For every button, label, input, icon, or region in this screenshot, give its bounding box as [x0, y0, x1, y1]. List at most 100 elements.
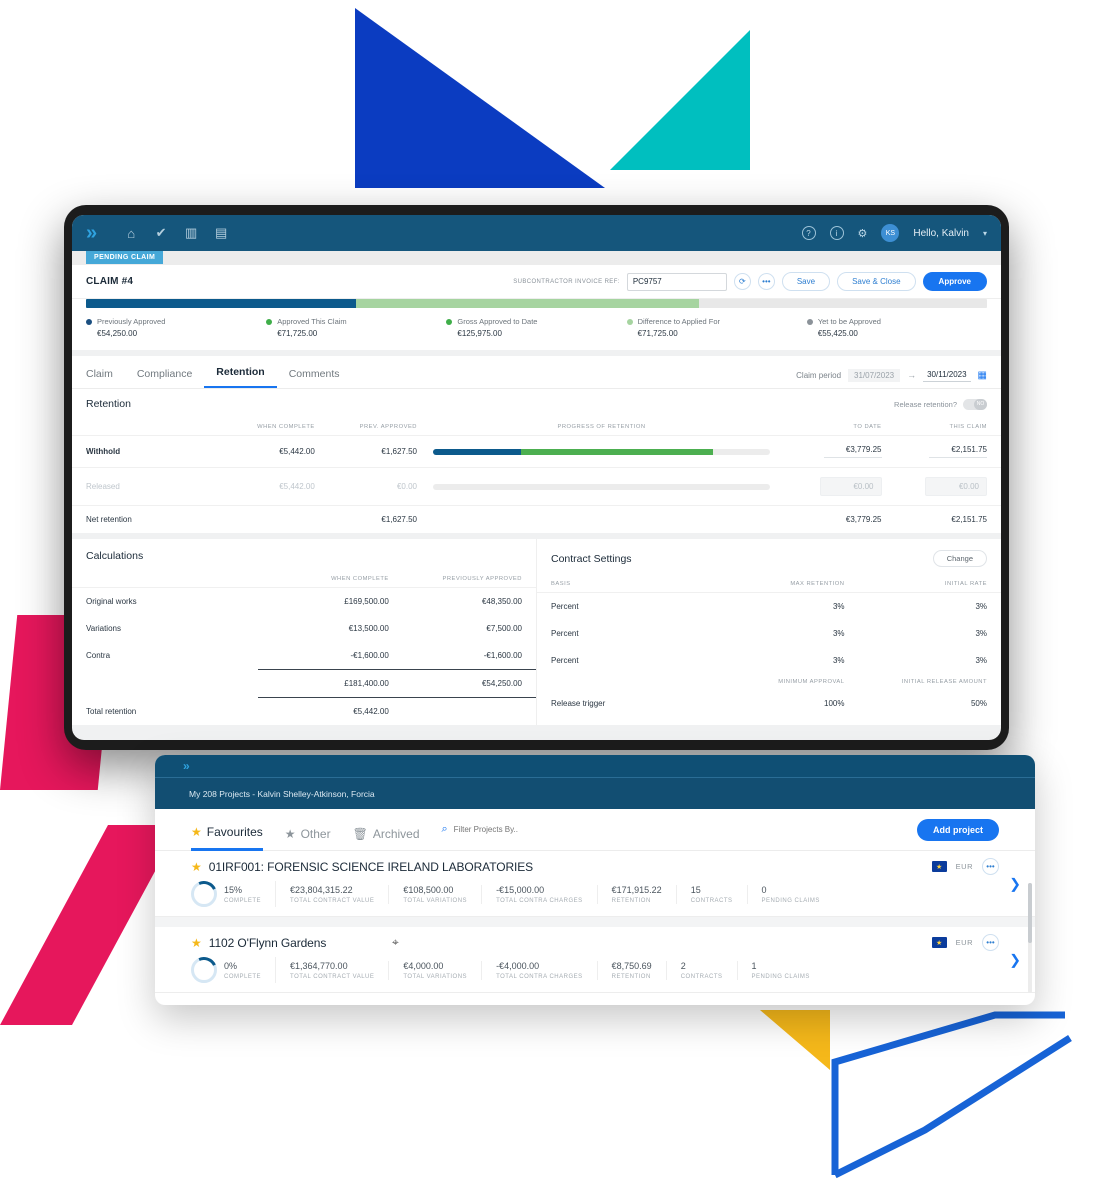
col-header: WHEN COMPLETE — [331, 576, 389, 582]
stat-label: TOTAL CONTRACT VALUE — [290, 897, 375, 904]
tab-other[interactable]: ★ Other — [285, 809, 331, 851]
row-progress-cell — [425, 435, 779, 468]
chevron-right-icon[interactable]: ❯ — [1009, 875, 1021, 892]
row-prev-approved: €1,627.50 — [322, 505, 425, 533]
table-row: Percent 3% 3% — [537, 592, 1001, 620]
save-button[interactable]: Save — [781, 272, 831, 291]
gear-icon[interactable]: ⚙ — [858, 227, 868, 240]
document-icon[interactable]: ▤ — [206, 225, 236, 241]
legend-item: Previously Approved €54,250.00 — [86, 317, 266, 338]
legend-value: €55,425.00 — [817, 329, 858, 338]
check-icon[interactable]: ✔ — [146, 225, 176, 241]
row-progress-cell — [425, 467, 779, 506]
navbar-right-group: ? i ⚙ KS Hello, Kalvin ▾ — [801, 224, 987, 242]
tab-comments[interactable]: Comments — [277, 368, 352, 388]
table-header-row: BASIS MAX RETENTION INITIAL RATE — [537, 576, 1001, 593]
row-prev-approved: €7,500.00 — [486, 624, 522, 633]
history-icon[interactable]: ⟳ — [733, 273, 751, 290]
save-and-close-button[interactable]: Save & Close — [837, 272, 916, 291]
stat-label: CONTRACTS — [680, 973, 723, 980]
mouse-cursor: ⌖ — [392, 935, 399, 949]
brand-logo-icon[interactable]: » — [86, 223, 97, 243]
tab-label: Favourites — [206, 825, 263, 839]
col-header: PROGRESS OF RETENTION — [557, 424, 646, 430]
row-max-retention: 3% — [832, 629, 845, 638]
table-row: Variations €13,500.00 €7,500.00 — [72, 615, 536, 642]
approve-button[interactable]: Approve — [922, 272, 987, 291]
add-project-button[interactable]: Add project — [916, 818, 999, 841]
retention-title: Retention — [86, 398, 131, 410]
stat-total-contract-value: €23,804,315.22 TOTAL CONTRACT VALUE — [276, 885, 388, 904]
legend-label: Difference to Applied For — [637, 317, 721, 326]
release-retention-group: Release retention? NO — [894, 398, 987, 410]
project-meta: EUR ••• — [931, 934, 999, 951]
chevron-right-icon[interactable]: ❯ — [1009, 951, 1021, 968]
change-button[interactable]: Change — [932, 550, 987, 567]
info-icon[interactable]: i — [829, 226, 844, 240]
more-options-icon[interactable]: ••• — [982, 934, 999, 951]
claim-period-from[interactable]: 31/07/2023 — [848, 368, 901, 382]
row-gap — [155, 917, 1035, 927]
claim-period-to[interactable]: 30/11/2023 — [923, 368, 971, 382]
col-header: MINIMUM APPROVAL — [778, 679, 845, 685]
project-row[interactable]: ★ 1102 O'Flynn Gardens EUR ••• 0% COMPLE… — [155, 927, 1035, 993]
chevron-down-icon[interactable]: ▾ — [983, 229, 987, 238]
stat-total-variations: €108,500.00 TOTAL VARIATIONS — [388, 884, 481, 904]
release-retention-toggle[interactable]: NO — [963, 398, 987, 410]
tab-archived[interactable]: 🗑 Archived — [353, 809, 420, 851]
scrollbar-track[interactable] — [1028, 883, 1032, 993]
home-icon[interactable]: ⌂ — [116, 226, 146, 241]
more-options-icon[interactable]: ••• — [982, 858, 999, 875]
row-max-retention: 3% — [704, 592, 853, 620]
contract-settings-title: Contract Settings — [551, 552, 632, 565]
bar-segment-withheld-this — [520, 448, 713, 455]
row-when-complete: £169,500.00 — [257, 587, 397, 615]
completion-ring-icon — [191, 957, 217, 983]
tab-favourites[interactable]: ★ Favourites — [191, 809, 263, 851]
calculations-header: Calculations — [72, 539, 536, 571]
stat-label: CONTRACTS — [690, 897, 733, 904]
projects-search[interactable]: ⌕ — [442, 823, 594, 836]
overlay-subtitle-bar: My 208 Projects - Kalvin Shelley-Atkinso… — [155, 777, 1035, 809]
col-header: TO DATE — [853, 424, 882, 430]
retention-progress-bar — [433, 448, 771, 455]
brand-logo-icon[interactable]: » — [183, 759, 190, 773]
avatar[interactable]: KS — [881, 224, 900, 242]
stat-retention: €8,750.69 RETENTION — [596, 960, 666, 980]
decor-pink-parallelogram-lower — [0, 825, 180, 1025]
legend-label: Yet to be Approved — [817, 317, 881, 326]
claim-period-label: Claim period — [796, 370, 842, 380]
star-filled-icon[interactable]: ★ — [191, 936, 202, 950]
chart-icon[interactable]: ▥ — [176, 225, 206, 241]
legend-dot — [806, 318, 813, 325]
row-when-complete: -€1,600.00 — [350, 651, 389, 660]
help-icon[interactable]: ? — [801, 226, 816, 240]
invoice-ref-input[interactable] — [626, 272, 727, 291]
col-header: WHEN COMPLETE — [257, 424, 315, 430]
page-root: » ⌂ ✔ ▥ ▤ ? i ⚙ KS Hello, Kalvin ▾ PENDI… — [0, 0, 1100, 1180]
calendar-icon[interactable]: ▦ — [978, 370, 987, 381]
toggle-state-label: NO — [974, 398, 987, 410]
legend-label: Previously Approved — [97, 317, 166, 326]
stat-label: COMPLETE — [224, 897, 262, 904]
legend-value: €125,975.00 — [457, 329, 502, 338]
tab-compliance[interactable]: Compliance — [125, 368, 204, 388]
tablet-screen: » ⌂ ✔ ▥ ▤ ? i ⚙ KS Hello, Kalvin ▾ PENDI… — [72, 215, 1001, 740]
search-input[interactable] — [453, 825, 594, 834]
project-meta: EUR ••• — [931, 858, 999, 875]
table-row: Withhold €5,442.00 €1,627.50 €3,779.25 €… — [72, 435, 1001, 468]
star-filled-icon[interactable]: ★ — [191, 860, 202, 874]
tab-claim[interactable]: Claim — [86, 368, 125, 388]
row-when-complete: €13,500.00 — [348, 624, 389, 633]
tab-retention[interactable]: Retention — [204, 366, 277, 388]
scrollbar-thumb[interactable] — [1028, 883, 1032, 943]
completion-ring-group: 0% COMPLETE — [191, 957, 277, 983]
overlay-navbar: » — [155, 755, 1035, 777]
project-row[interactable]: ★ 01IRF001: FORENSIC SCIENCE IRELAND LAB… — [155, 851, 1035, 917]
more-options-icon[interactable]: ••• — [757, 273, 775, 290]
stat-value: 0 — [761, 884, 767, 895]
stat-value: 0% — [224, 960, 238, 971]
arrow-right-icon: → — [907, 370, 917, 380]
col-header: THIS CLAIM — [949, 424, 987, 430]
calculations-title: Calculations — [86, 550, 144, 562]
